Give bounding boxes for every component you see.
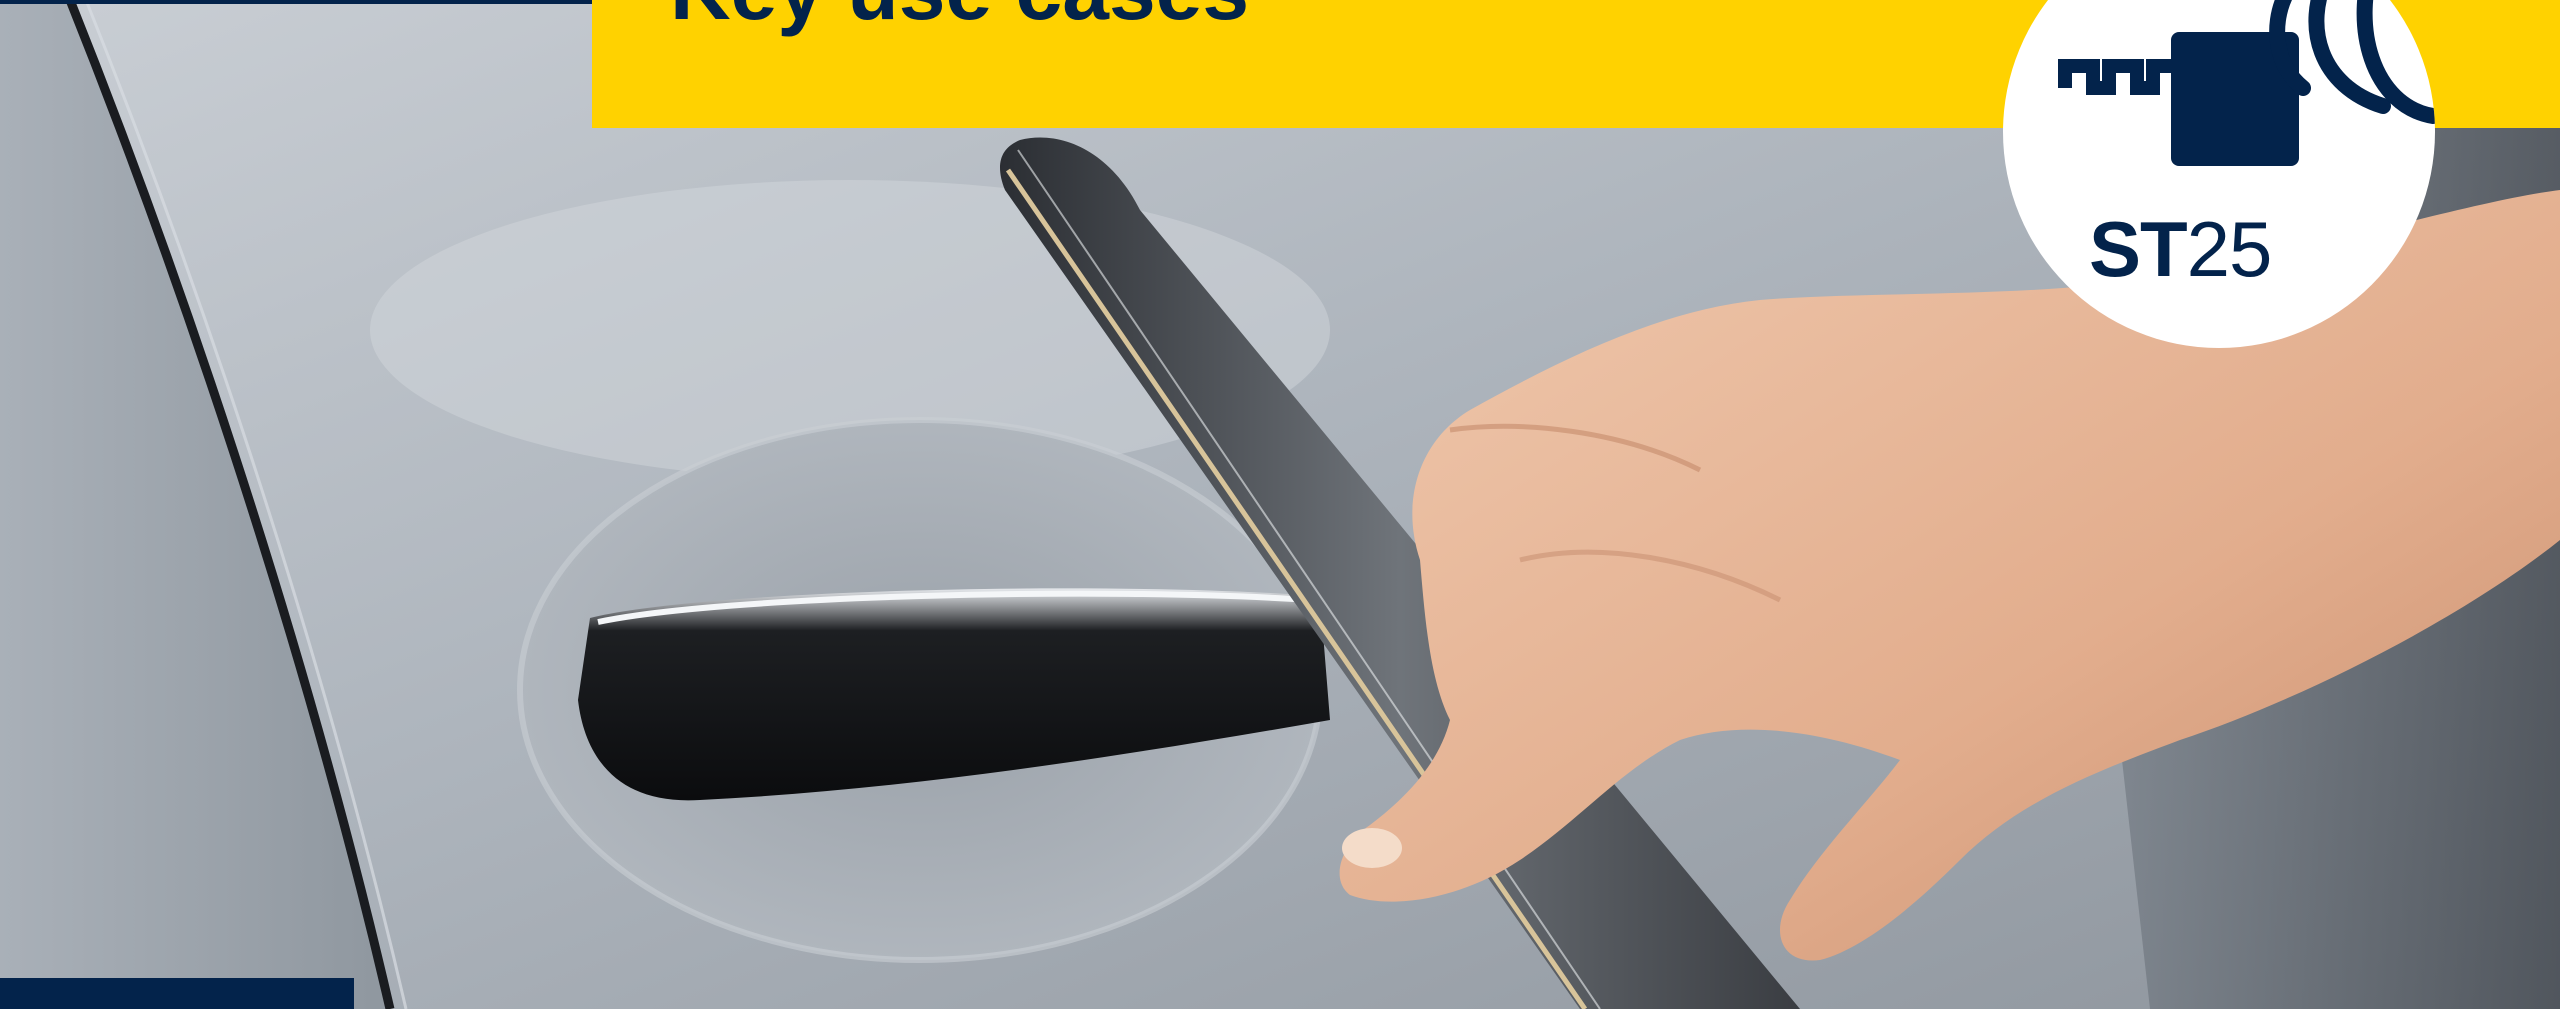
st25-logo-text: ST25 [2089,210,2272,288]
nfc-tag-wireless-icon [2058,0,2435,166]
brand-bold-text: ST [2089,205,2188,293]
bottom-accent-block [0,978,354,1009]
brand-light-text: 25 [2186,205,2273,293]
banner-title: Key use cases [670,0,1249,32]
st25-badge: ST25 [2003,0,2435,348]
top-accent-rule [0,0,592,4]
